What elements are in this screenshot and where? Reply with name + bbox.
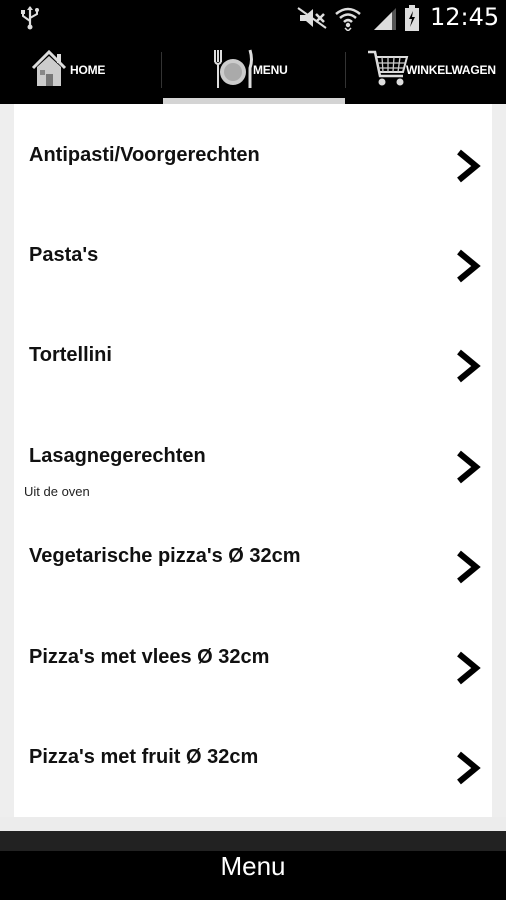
chevron-right-icon bbox=[457, 550, 481, 584]
menu-category-list: Antipasti/Voorgerechten Pasta's Tortelli… bbox=[14, 104, 492, 817]
tab-home[interactable]: HOME bbox=[0, 36, 160, 104]
tab-divider bbox=[345, 52, 346, 88]
tab-menu-label: MENU bbox=[253, 63, 288, 77]
list-item-title: Pasta's bbox=[29, 244, 99, 266]
tab-bar: HOME MENU WINKELWAGEN bbox=[0, 36, 506, 104]
chevron-right-icon bbox=[457, 149, 481, 183]
tab-menu[interactable]: MENU bbox=[163, 36, 345, 104]
list-item-title: Antipasti/Voorgerechten bbox=[29, 144, 260, 166]
chevron-right-icon bbox=[457, 349, 481, 383]
tab-divider bbox=[161, 52, 162, 88]
list-item[interactable]: Antipasti/Voorgerechten bbox=[14, 104, 492, 204]
list-item[interactable]: Tortellini bbox=[14, 304, 492, 404]
clock: 12:45 bbox=[430, 3, 500, 31]
bottom-bar-divider bbox=[0, 831, 506, 851]
chevron-right-icon bbox=[457, 751, 481, 785]
screen-title: Menu bbox=[220, 851, 286, 881]
plate-cutlery-icon bbox=[214, 49, 253, 88]
cart-icon bbox=[368, 50, 409, 86]
wifi-icon bbox=[335, 7, 361, 31]
list-item-title: Vegetarische pizza's Ø 32cm bbox=[29, 545, 301, 567]
list-item-subtitle: Uit de oven bbox=[24, 484, 90, 499]
list-item[interactable]: Vegetarische pizza's Ø 32cm bbox=[14, 505, 492, 605]
list-item[interactable]: Pizza's met vlees Ø 32cm bbox=[14, 606, 492, 706]
list-item-title: Pizza's met vlees Ø 32cm bbox=[29, 646, 270, 668]
signal-icon bbox=[374, 8, 396, 30]
list-bottom-edge bbox=[0, 817, 506, 831]
home-icon bbox=[31, 49, 67, 86]
list-item-title: Lasagnegerechten bbox=[29, 445, 206, 467]
tab-winkelwagen[interactable]: WINKELWAGEN bbox=[347, 36, 506, 104]
usb-icon bbox=[21, 6, 39, 30]
list-item-title: Pizza's met fruit Ø 32cm bbox=[29, 746, 259, 768]
battery-icon bbox=[405, 5, 419, 31]
list-item-title: Tortellini bbox=[29, 344, 112, 366]
tab-winkelwagen-label: WINKELWAGEN bbox=[406, 63, 496, 77]
chevron-right-icon bbox=[457, 249, 481, 283]
mute-icon bbox=[297, 7, 327, 29]
tab-home-label: HOME bbox=[70, 63, 106, 77]
list-item[interactable]: Pasta's bbox=[14, 204, 492, 304]
bottom-bar: Menu bbox=[0, 831, 506, 900]
chevron-right-icon bbox=[457, 651, 481, 685]
list-item[interactable]: Pizza's met fruit Ø 32cm bbox=[14, 706, 492, 806]
chevron-right-icon bbox=[457, 450, 481, 484]
status-bar: 12:45 bbox=[0, 0, 506, 36]
list-item[interactable]: Lasagnegerechten Uit de oven bbox=[14, 405, 492, 505]
